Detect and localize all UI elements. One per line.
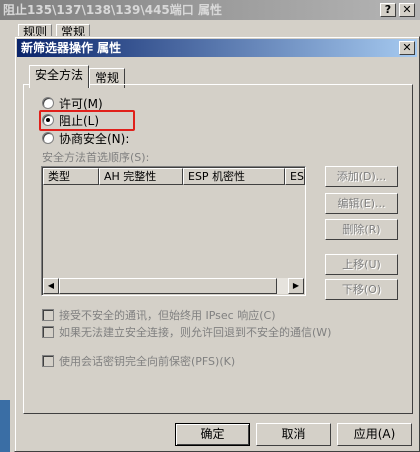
checkbox-pfs[interactable]: 使用会话密钥完全向前保密(PFS)(K) xyxy=(42,353,235,369)
checkbox-allow-fallback-label: 如果无法建立安全连接，则允许回退到不安全的通信(W) xyxy=(59,326,332,339)
move-down-button[interactable]: 下移(O) xyxy=(325,279,398,300)
desktop-background xyxy=(0,400,10,452)
col-header-ah[interactable]: AH 完整性 xyxy=(99,168,183,185)
tab-security-methods[interactable]: 安全方法 xyxy=(29,65,90,88)
ok-button[interactable]: 确定 xyxy=(175,423,250,446)
radio-permit[interactable]: 许可(M) xyxy=(42,95,103,111)
back-window-title: 阻止135\137\138\139\445端口 属性 xyxy=(0,0,420,20)
col-header-type[interactable]: 类型 xyxy=(43,168,99,185)
security-methods-list[interactable]: 类型 AH 完整性 ESP 机密性 ESI ◀ ▶ xyxy=(41,166,306,296)
radio-permit-label: 许可(M) xyxy=(59,96,103,111)
radio-negotiate-circle[interactable] xyxy=(42,132,54,144)
filter-action-dialog: 新筛选器操作 属性 ✕ 安全方法 常规 许可(M) 阻止(L) 协商安全(N):… xyxy=(14,36,420,452)
col-header-esp[interactable]: ESP 机密性 xyxy=(183,168,285,185)
dialog-title: 新筛选器操作 属性 ✕ xyxy=(17,39,417,57)
checkbox-accept-unsecured-label: 接受不安全的通讯，但始终用 IPsec 响应(C) xyxy=(59,309,276,322)
radio-permit-circle[interactable] xyxy=(42,97,54,109)
help-button[interactable]: ? xyxy=(380,3,396,17)
add-button[interactable]: 添加(D)... xyxy=(325,166,398,187)
scroll-right-icon[interactable]: ▶ xyxy=(288,278,304,294)
checkbox-pfs-label: 使用会话密钥完全向前保密(PFS)(K) xyxy=(59,355,236,368)
back-close-button[interactable]: ✕ xyxy=(399,3,415,17)
close-button[interactable]: ✕ xyxy=(399,41,415,55)
scroll-left-icon[interactable]: ◀ xyxy=(43,278,59,294)
horizontal-scrollbar[interactable]: ◀ ▶ xyxy=(43,278,304,294)
apply-button[interactable]: 应用(A) xyxy=(337,423,412,446)
checkbox-allow-fallback[interactable]: 如果无法建立安全连接，则允许回退到不安全的通信(W) xyxy=(42,324,331,340)
scroll-thumb[interactable] xyxy=(59,278,277,294)
move-up-button[interactable]: 上移(U) xyxy=(325,254,398,275)
col-header-esp-2[interactable]: ESI xyxy=(285,168,305,185)
radio-negotiate[interactable]: 协商安全(N): xyxy=(42,130,129,146)
cancel-button[interactable]: 取消 xyxy=(256,423,331,446)
radio-negotiate-label: 协商安全(N): xyxy=(59,131,130,146)
checkbox-accept-unsecured-box[interactable] xyxy=(42,309,54,321)
radio-block-circle[interactable] xyxy=(42,114,54,126)
radio-block-label: 阻止(L) xyxy=(59,113,100,128)
edit-button[interactable]: 编辑(E)... xyxy=(325,193,398,214)
dialog-title-text: 新筛选器操作 属性 xyxy=(21,41,122,55)
security-order-label: 安全方法首选顺序(S): xyxy=(42,151,150,164)
checkbox-allow-fallback-box[interactable] xyxy=(42,326,54,338)
radio-block[interactable]: 阻止(L) xyxy=(42,112,99,128)
checkbox-accept-unsecured[interactable]: 接受不安全的通讯，但始终用 IPsec 响应(C) xyxy=(42,307,276,323)
remove-button[interactable]: 删除(R) xyxy=(325,219,398,240)
checkbox-pfs-box[interactable] xyxy=(42,355,54,367)
